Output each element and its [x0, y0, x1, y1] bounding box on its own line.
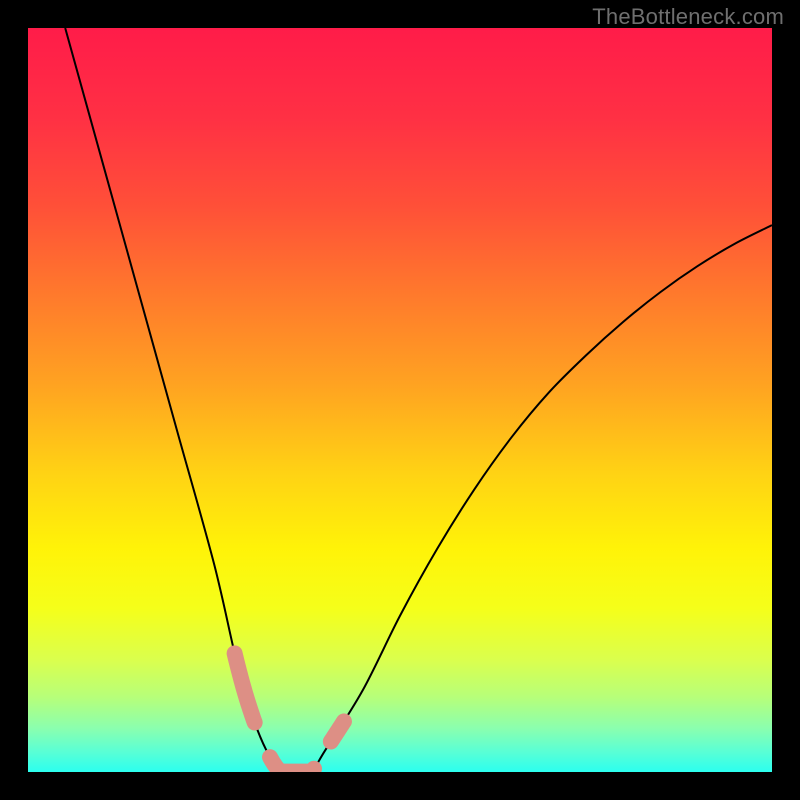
curve-markers [235, 653, 344, 771]
watermark-text: TheBottleneck.com [592, 4, 784, 30]
curve-marker-segment [235, 653, 255, 722]
bottleneck-chart [28, 28, 772, 772]
curve-marker-segment [331, 721, 344, 741]
curve-marker-segment [270, 757, 314, 771]
bottleneck-curve [65, 28, 772, 772]
chart-overlay [28, 28, 772, 772]
